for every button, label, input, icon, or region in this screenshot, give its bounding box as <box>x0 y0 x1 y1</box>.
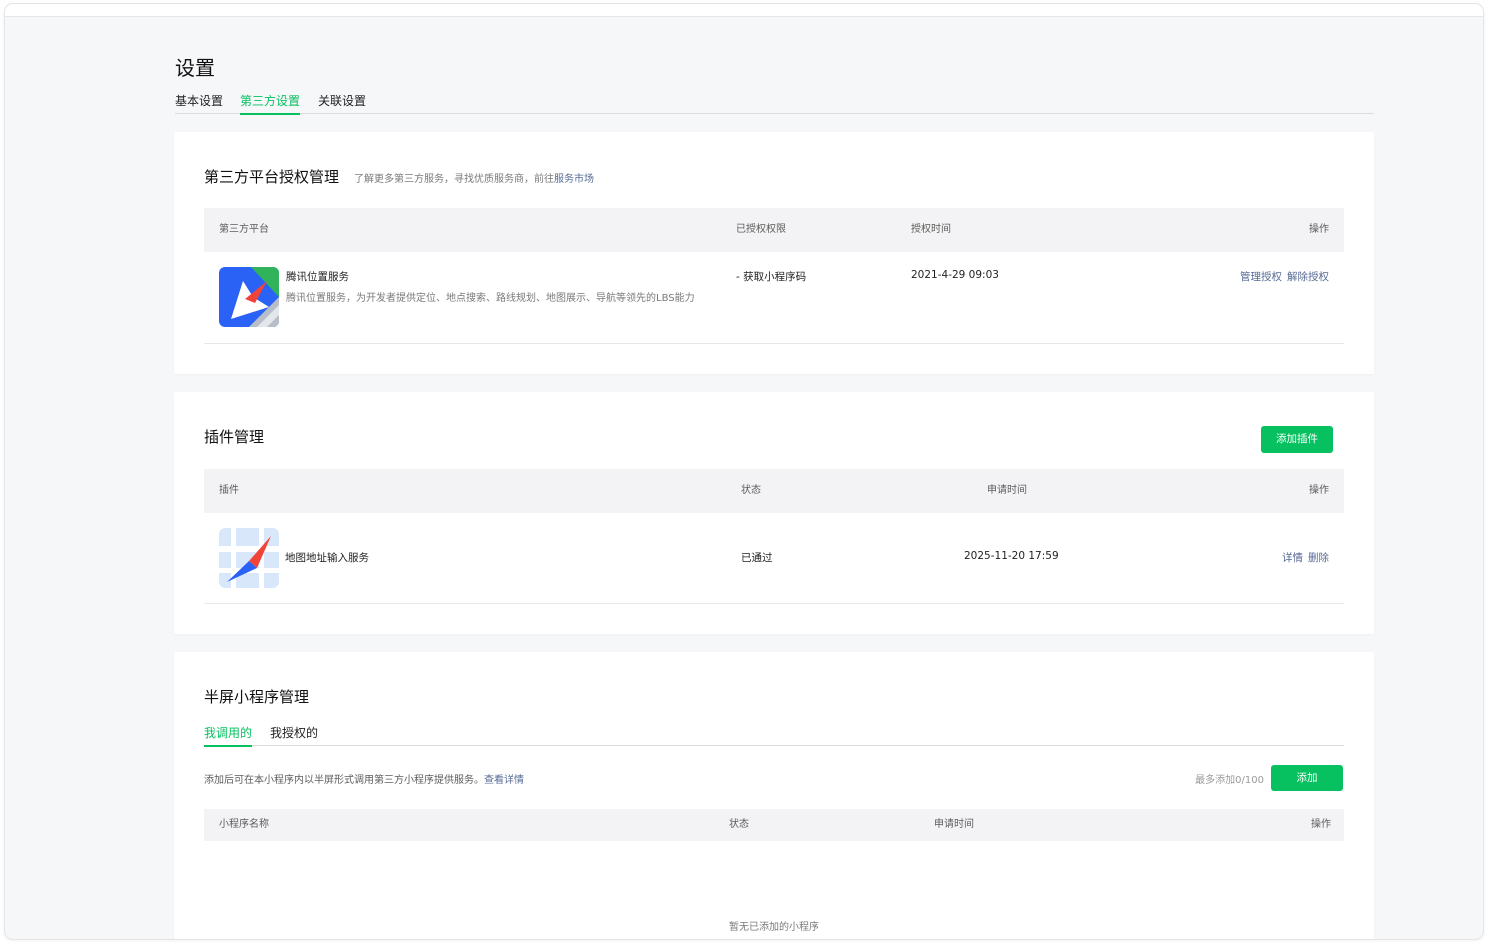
page-title: 设置 <box>175 56 215 80</box>
plugin-name: 地图地址输入服务 <box>285 552 369 564</box>
column-header-platform: 第三方平台 <box>219 224 269 235</box>
row-actions: 详情 删除 <box>1277 550 1329 565</box>
half-screen-hint: 添加后可在本小程序内以半屏形式调用第三方小程序提供服务。查看详情 <box>204 771 524 786</box>
column-header-apply-time: 申请时间 <box>934 819 974 830</box>
third-party-auth-description: 了解更多第三方服务，寻找优质服务商，前往服务市场 <box>354 170 594 185</box>
column-header-actions: 操作 <box>1311 819 1331 830</box>
add-mini-program-button[interactable]: 添加 <box>1271 765 1343 791</box>
description-text: 了解更多第三方服务，寻找优质服务商，前往 <box>354 174 554 185</box>
settings-tabs: 基本设置 第三方设置 关联设置 <box>175 92 1374 115</box>
revoke-auth-link[interactable]: 解除授权 <box>1287 271 1329 283</box>
column-header-status: 状态 <box>729 819 749 830</box>
plugin-management-card: 插件管理 添加插件 插件 状态 申请时间 操作 地图地址输入服务 已通过 202… <box>174 392 1374 634</box>
tab-third-party-settings[interactable]: 第三方设置 <box>240 92 301 115</box>
tab-related-settings[interactable]: 关联设置 <box>318 92 366 114</box>
add-plugin-button[interactable]: 添加插件 <box>1261 426 1333 453</box>
row-actions: 管理授权 解除授权 <box>1235 269 1329 284</box>
half-screen-title: 半屏小程序管理 <box>204 688 310 706</box>
column-header-mini-program-name: 小程序名称 <box>219 819 269 830</box>
plugin-table-header: 插件 状态 申请时间 操作 <box>204 469 1344 513</box>
platform-name: 腾讯位置服务 <box>286 271 349 283</box>
granted-permission: - 获取小程序码 <box>736 271 807 283</box>
column-header-auth-time: 授权时间 <box>911 224 951 235</box>
mini-program-table-header: 小程序名称 状态 申请时间 操作 <box>204 809 1344 841</box>
plugin-status: 已通过 <box>741 552 773 564</box>
third-party-auth-title: 第三方平台授权管理 <box>204 168 340 186</box>
service-market-link[interactable]: 服务市场 <box>554 174 594 185</box>
empty-state-text: 暂无已添加的小程序 <box>729 922 819 933</box>
manage-auth-link[interactable]: 管理授权 <box>1240 271 1282 283</box>
tab-basic-settings[interactable]: 基本设置 <box>175 92 223 114</box>
plugin-delete-link[interactable]: 删除 <box>1308 552 1329 564</box>
settings-window: 设置 基本设置 第三方设置 关联设置 第三方平台授权管理 了解更多第三方服务，寻… <box>5 4 1483 939</box>
plugin-management-title: 插件管理 <box>204 428 265 446</box>
column-header-permissions: 已授权权限 <box>736 224 786 235</box>
column-header-apply-time: 申请时间 <box>987 485 1027 496</box>
auth-time: 2021-4-29 09:03 <box>911 269 999 281</box>
tab-my-authorizations[interactable]: 我授权的 <box>270 724 318 746</box>
third-party-table-header: 第三方平台 已授权权限 授权时间 操作 <box>204 208 1344 252</box>
column-header-status: 状态 <box>741 485 761 496</box>
third-party-auth-card: 第三方平台授权管理 了解更多第三方服务，寻找优质服务商，前往服务市场 第三方平台… <box>174 132 1374 374</box>
hint-text: 添加后可在本小程序内以半屏形式调用第三方小程序提供服务。 <box>204 775 484 786</box>
column-header-actions: 操作 <box>1309 485 1329 496</box>
table-row: 地图地址输入服务 已通过 2025-11-20 17:59 详情 删除 <box>204 513 1344 604</box>
half-screen-tabs: 我调用的 我授权的 <box>204 724 1344 747</box>
view-details-link[interactable]: 查看详情 <box>484 775 524 786</box>
tab-my-calls[interactable]: 我调用的 <box>204 724 253 747</box>
window-top-bar <box>5 4 1483 17</box>
half-screen-card: 半屏小程序管理 我调用的 我授权的 添加后可在本小程序内以半屏形式调用第三方小程… <box>174 652 1374 939</box>
plugin-apply-time: 2025-11-20 17:59 <box>964 550 1059 562</box>
quota-counter: 最多添加0/100 <box>1195 775 1264 786</box>
table-row: 腾讯位置服务 腾讯位置服务，为开发者提供定位、地点搜索、路线规划、地图展示、导航… <box>204 252 1344 344</box>
tencent-map-compass-icon <box>219 267 279 327</box>
platform-description: 腾讯位置服务，为开发者提供定位、地点搜索、路线规划、地图展示、导航等领先的LBS… <box>286 293 695 304</box>
plugin-detail-link[interactable]: 详情 <box>1282 552 1303 564</box>
column-header-actions: 操作 <box>1309 224 1329 235</box>
map-address-compass-icon <box>219 528 279 588</box>
column-header-plugin: 插件 <box>219 485 239 496</box>
